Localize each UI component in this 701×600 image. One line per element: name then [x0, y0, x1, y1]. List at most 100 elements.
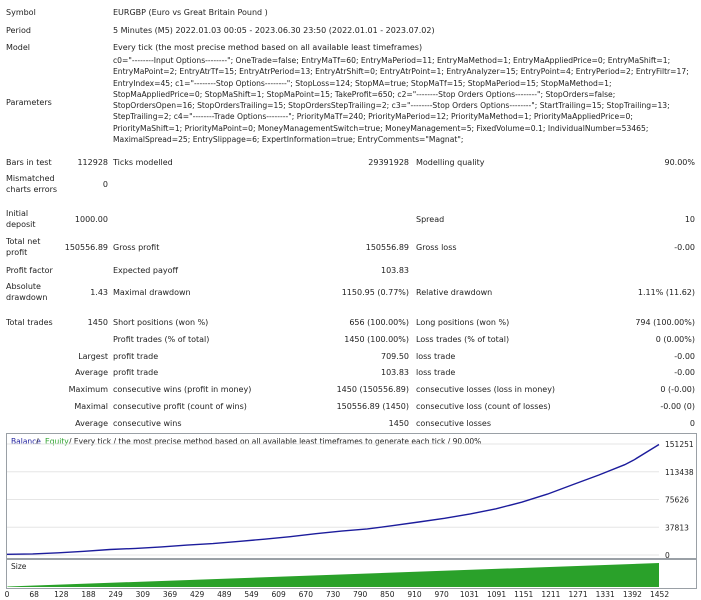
y-tick-label: 151251 — [665, 440, 694, 449]
legend-equity: Equity — [45, 437, 69, 446]
x-tick-label: 0 — [4, 590, 10, 599]
bars-value: 112928 — [77, 158, 108, 167]
mismatched-value: 0 — [102, 180, 108, 189]
x-tick-label: 910 — [407, 590, 422, 599]
max-consec-profit-value: 150556.89 (1450) — [336, 402, 409, 411]
gross-loss-value: -0.00 — [674, 243, 695, 252]
spread-label: Spread — [416, 215, 445, 224]
largest-loss-label: loss trade — [416, 352, 456, 361]
x-tick-label: 609 — [271, 590, 286, 599]
max-consec-loss-label: consecutive loss (count of losses) — [416, 402, 551, 411]
legend-description: / Every tick / the most precise method b… — [69, 437, 481, 446]
absolute-drawdown-value: 1.43 — [90, 288, 108, 297]
average-profit-label: profit trade — [113, 368, 159, 377]
profit-trades-value: 1450 (100.00%) — [344, 335, 409, 344]
x-tick-label: 1031 — [459, 590, 479, 599]
relative-drawdown-label: Relative drawdown — [416, 288, 493, 297]
max-consec-wins-label: consecutive wins (profit in money) — [113, 385, 252, 394]
gross-loss-label: Gross loss — [416, 243, 457, 252]
symbol-label: Symbol — [6, 8, 36, 17]
max-consec-loss-value: -0.00 (0) — [660, 402, 695, 411]
balance-chart: Balance / Equity / Every tick / the most… — [6, 433, 697, 560]
net-profit-value: 150556.89 — [64, 243, 108, 252]
balance-chart-svg: Balance / Equity / Every tick / the most… — [6, 437, 694, 560]
total-trades-label: Total trades — [6, 318, 53, 327]
largest-label: Largest — [78, 352, 108, 361]
ticks-value: 29391928 — [368, 158, 409, 167]
maximal-label: Maximal — [74, 402, 108, 411]
y-tick-label: 0 — [665, 551, 670, 558]
x-tick-label: 670 — [298, 590, 313, 599]
avg-consec-wins-value: 1450 — [388, 419, 409, 428]
symbol-value: EURGBP (Euro vs Great Britain Pound ) — [113, 8, 268, 17]
average-label: Average — [75, 368, 108, 377]
x-tick-label: 970 — [434, 590, 449, 599]
gross-profit-label: Gross profit — [113, 243, 160, 252]
size-label: Size — [11, 562, 27, 571]
initial-deposit-label: Initial deposit — [6, 209, 36, 229]
avg-consec-wins-label: consecutive wins — [113, 419, 182, 428]
ticks-label: Ticks modelled — [113, 158, 173, 167]
parameters-label: Parameters — [6, 98, 52, 107]
y-tick-label: 37813 — [665, 523, 689, 532]
x-tick-label: 1091 — [487, 590, 507, 599]
avg-consec-losses-label: consecutive losses — [416, 419, 492, 428]
average-loss-value: -0.00 — [674, 368, 695, 377]
x-tick-label: 730 — [325, 590, 341, 599]
average-loss-label: loss trade — [416, 368, 456, 377]
x-tick-label: 128 — [54, 590, 69, 599]
long-positions-value: 794 (100.00%) — [635, 318, 695, 327]
size-panel: Size — [6, 559, 697, 589]
x-tick-label: 429 — [189, 590, 205, 599]
maximal-drawdown-label: Maximal drawdown — [113, 288, 191, 297]
x-tick-label: 68 — [29, 590, 39, 599]
x-tick-label: 790 — [352, 590, 368, 599]
x-tick-label: 1392 — [622, 590, 642, 599]
quality-value: 90.00% — [664, 158, 695, 167]
quality-label: Modelling quality — [416, 158, 485, 167]
max-consec-losses-label: consecutive losses (loss in money) — [416, 385, 556, 394]
x-tick-label: 188 — [81, 590, 96, 599]
net-profit-label: Total net profit — [6, 237, 41, 257]
short-positions-value: 656 (100.00%) — [349, 318, 409, 327]
avg-consec-losses-value: 0 — [689, 419, 695, 428]
gross-profit-value: 150556.89 — [365, 243, 409, 252]
y-tick-label: 113438 — [665, 468, 694, 477]
average-profit-value: 103.83 — [381, 368, 409, 377]
x-tick-label: 369 — [162, 590, 178, 599]
profit-factor-label: Profit factor — [6, 266, 53, 275]
x-tick-label: 1211 — [541, 590, 561, 599]
parameters-text: c0="--------Input Options--------"; OneT… — [113, 56, 689, 145]
loss-trades-label: Loss trades (% of total) — [416, 335, 510, 344]
x-tick-label: 309 — [135, 590, 150, 599]
maximal-drawdown-value: 1150.95 (0.77%) — [341, 288, 409, 297]
expected-payoff-value: 103.83 — [381, 266, 409, 275]
x-tick-label: 1331 — [595, 590, 615, 599]
average2-label: Average — [75, 419, 108, 428]
period-label: Period — [6, 26, 31, 35]
model-label: Model — [6, 43, 31, 52]
initial-deposit-value: 1000.00 — [74, 215, 108, 224]
max-consec-wins-value: 1450 (150556.89) — [336, 385, 409, 394]
x-tick-label: 1452 — [650, 590, 670, 599]
max-consec-losses-value: 0 (-0.00) — [660, 385, 695, 394]
x-tick-label: 850 — [380, 590, 395, 599]
spread-value: 10 — [684, 215, 695, 224]
total-trades-value: 1450 — [87, 318, 108, 327]
short-positions-label: Short positions (won %) — [113, 318, 209, 327]
bars-label: Bars in test — [6, 158, 52, 167]
long-positions-label: Long positions (won %) — [416, 318, 510, 327]
max-consec-profit-label: consecutive profit (count of wins) — [113, 402, 247, 411]
y-tick-label: 75626 — [665, 496, 689, 505]
relative-drawdown-value: 1.11% (11.62) — [637, 288, 695, 297]
model-value: Every tick (the most precise method base… — [113, 43, 423, 52]
size-chart-svg: Size — [7, 562, 659, 587]
profit-trades-label: Profit trades (% of total) — [113, 335, 210, 344]
x-tick-label: 1151 — [514, 590, 534, 599]
x-tick-label: 489 — [217, 590, 232, 599]
loss-trades-value: 0 (0.00%) — [655, 335, 695, 344]
expected-payoff-label: Expected payoff — [113, 266, 178, 275]
maximum-label: Maximum — [68, 385, 108, 394]
size-area — [7, 563, 659, 587]
largest-loss-value: -0.00 — [674, 352, 695, 361]
